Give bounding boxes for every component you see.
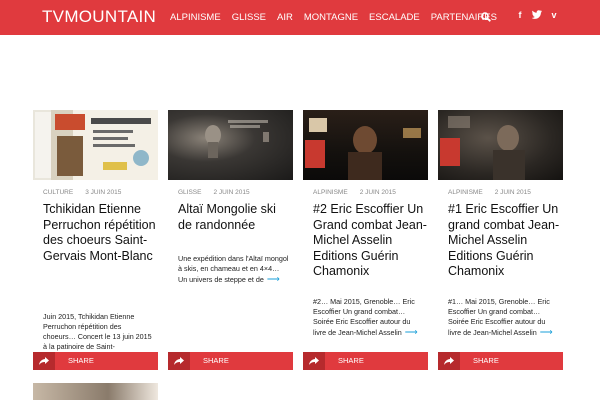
article-category[interactable]: ALPINISME <box>448 189 483 196</box>
article-excerpt: Juin 2015, Tchikidan Etienne Perruchon r… <box>43 312 155 352</box>
article-thumbnail[interactable] <box>33 110 158 180</box>
site-logo[interactable]: TVMOUNTAIN <box>42 7 156 27</box>
nav-montagne[interactable]: MONTAGNE <box>304 12 358 23</box>
article-card: ALPINISME 2 JUIN 2015 #1 Eric Escoffier … <box>438 110 563 370</box>
article-card: CULTURE 3 JUIN 2015 Tchikidan Etienne Pe… <box>33 110 158 370</box>
article-title[interactable]: #1 Eric Escoffier Un grand combat Jean-M… <box>448 202 563 280</box>
article-meta: CULTURE 3 JUIN 2015 <box>43 189 121 196</box>
article-thumbnail[interactable] <box>168 110 293 180</box>
article-title[interactable]: Altaï Mongolie ski de randonnée <box>178 202 293 233</box>
article-date: 2 JUIN 2015 <box>213 189 250 196</box>
search-icon[interactable] <box>480 11 492 23</box>
article-thumbnail[interactable] <box>438 110 563 180</box>
share-label[interactable]: SHARE <box>68 356 94 365</box>
share-bar[interactable]: SHARE <box>168 352 293 370</box>
article-meta: ALPINISME 2 JUIN 2015 <box>313 189 396 196</box>
share-label[interactable]: SHARE <box>203 356 229 365</box>
nav-alpinisme[interactable]: ALPINISME <box>170 12 221 23</box>
nav-glisse[interactable]: GLISSE <box>232 12 266 23</box>
article-category[interactable]: ALPINISME <box>313 189 348 196</box>
share-icon[interactable] <box>33 352 55 370</box>
article-date: 2 JUIN 2015 <box>359 189 396 196</box>
social-links: f v <box>515 10 559 21</box>
article-category[interactable]: CULTURE <box>43 189 73 196</box>
read-more-arrow-icon[interactable]: ⟶ <box>405 327 418 337</box>
article-thumbnail[interactable] <box>33 383 158 400</box>
article-date: 3 JUIN 2015 <box>85 189 122 196</box>
nav-escalade[interactable]: ESCALADE <box>369 12 420 23</box>
article-card: ALPINISME 2 JUIN 2015 #2 Eric Escoffier … <box>303 110 428 370</box>
article-card: GLISSE 2 JUIN 2015 Altaï Mongolie ski de… <box>168 110 293 370</box>
article-excerpt: #1… Mai 2015, Grenoble… Eric Escoffier U… <box>448 297 560 338</box>
read-more-arrow-icon[interactable]: ⟶ <box>540 327 553 337</box>
share-bar[interactable]: SHARE <box>33 352 158 370</box>
article-date: 2 JUIN 2015 <box>494 189 531 196</box>
main-nav: ALPINISME GLISSE AIR MONTAGNE ESCALADE P… <box>170 0 508 35</box>
article-thumbnail[interactable] <box>303 110 428 180</box>
article-title[interactable]: Tchikidan Etienne Perruchon répétition d… <box>43 202 158 264</box>
article-excerpt: #2… Mai 2015, Grenoble… Eric Escoffier U… <box>313 297 425 338</box>
read-more-arrow-icon[interactable]: ⟶ <box>267 274 280 284</box>
share-bar[interactable]: SHARE <box>303 352 428 370</box>
facebook-icon[interactable]: f <box>515 10 525 21</box>
share-icon[interactable] <box>168 352 190 370</box>
excerpt-text: Juin 2015, Tchikidan Etienne Perruchon r… <box>43 312 152 351</box>
vimeo-icon[interactable]: v <box>549 10 559 21</box>
share-label[interactable]: SHARE <box>338 356 364 365</box>
twitter-icon[interactable] <box>531 10 542 21</box>
excerpt-text: #1… Mai 2015, Grenoble… Eric Escoffier U… <box>448 297 550 337</box>
article-excerpt: Une expédition dans l'Altaï mongol à ski… <box>178 254 290 285</box>
share-bar[interactable]: SHARE <box>438 352 563 370</box>
article-title[interactable]: #2 Eric Escoffier Un Grand combat Jean-M… <box>313 202 428 280</box>
share-icon[interactable] <box>303 352 325 370</box>
article-meta: GLISSE 2 JUIN 2015 <box>178 189 250 196</box>
nav-air[interactable]: AIR <box>277 12 293 23</box>
article-meta: ALPINISME 2 JUIN 2015 <box>448 189 531 196</box>
excerpt-text: #2… Mai 2015, Grenoble… Eric Escoffier U… <box>313 297 415 337</box>
share-label[interactable]: SHARE <box>473 356 499 365</box>
share-icon[interactable] <box>438 352 460 370</box>
article-category[interactable]: GLISSE <box>178 189 201 196</box>
top-bar: TVMOUNTAIN ALPINISME GLISSE AIR MONTAGNE… <box>0 0 600 35</box>
